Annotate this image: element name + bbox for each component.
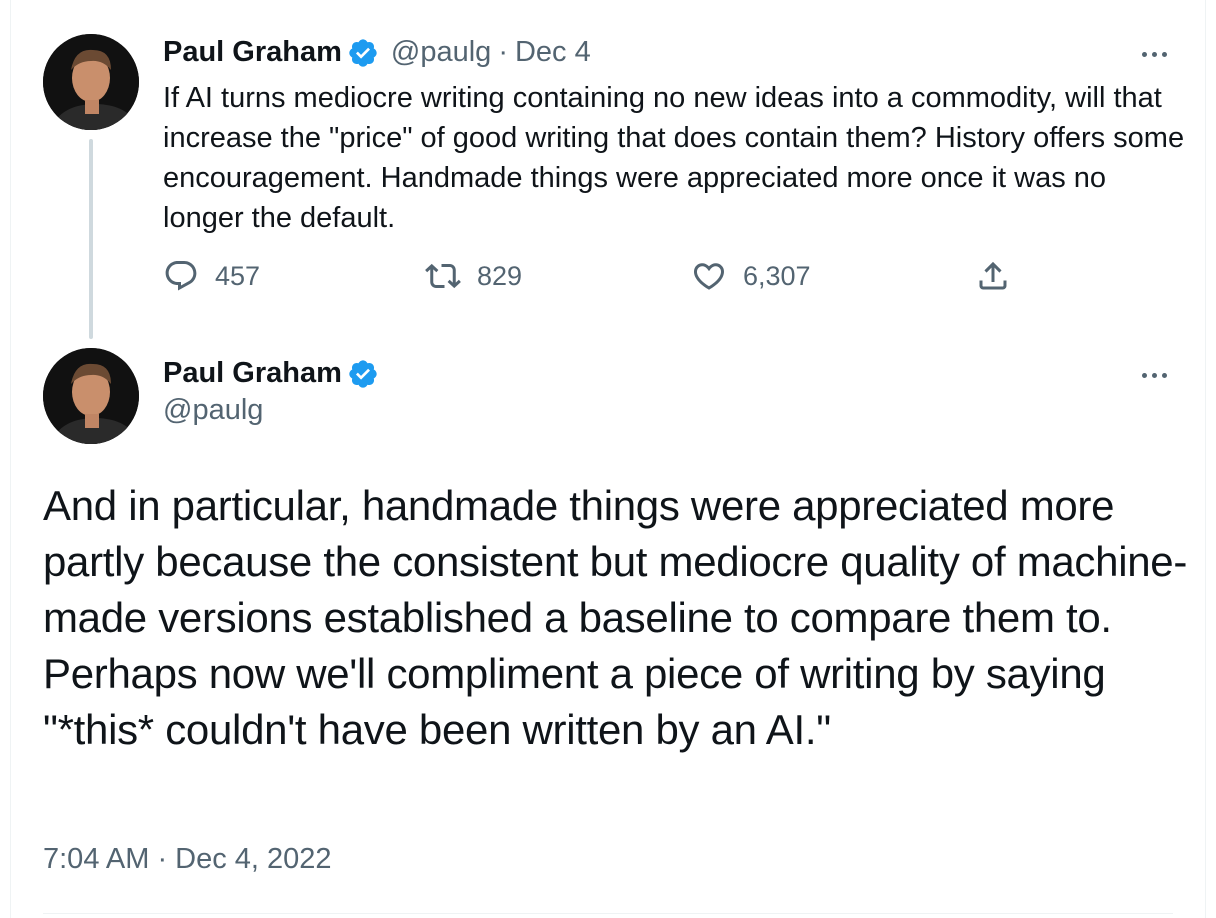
like-button[interactable]: 6,307 bbox=[691, 258, 811, 294]
tweet-actions: 457 829 6,307 bbox=[163, 258, 1033, 310]
tweet2-header: Paul Graham bbox=[163, 357, 379, 390]
avatar-photo bbox=[43, 348, 139, 444]
tweet1-header: Paul Graham @paulg · Dec 4 bbox=[163, 36, 591, 69]
author-handle[interactable]: @paulg bbox=[163, 394, 263, 427]
heart-icon bbox=[693, 263, 725, 290]
avatar-photo bbox=[43, 34, 139, 130]
tweet-text: And in particular, handmade things were … bbox=[43, 482, 1188, 753]
retweet-count: 829 bbox=[477, 260, 523, 291]
more-icon[interactable] bbox=[1142, 52, 1167, 57]
meta-separator: · bbox=[498, 36, 508, 68]
retweet-button[interactable]: 829 bbox=[425, 258, 522, 294]
tweet-date[interactable]: Dec 4 bbox=[515, 36, 591, 69]
retweet-icon bbox=[425, 263, 461, 289]
more-icon[interactable] bbox=[1142, 373, 1167, 378]
reply-button[interactable]: 457 bbox=[163, 258, 260, 294]
author-handle[interactable]: @paulg bbox=[391, 36, 491, 69]
verified-badge-icon bbox=[347, 358, 379, 390]
author-name[interactable]: Paul Graham bbox=[163, 36, 342, 69]
like-count: 6,307 bbox=[743, 260, 811, 291]
reply-count: 457 bbox=[215, 260, 261, 291]
thread-connector-line bbox=[89, 139, 93, 339]
timeline-border-right bbox=[1205, 0, 1206, 918]
author-name[interactable]: Paul Graham bbox=[163, 357, 342, 390]
share-button[interactable] bbox=[975, 258, 1011, 294]
divider bbox=[43, 913, 1173, 914]
verified-badge-icon bbox=[347, 37, 379, 69]
avatar[interactable] bbox=[43, 348, 139, 444]
share-icon bbox=[979, 261, 1007, 290]
tweet-text: If AI turns mediocre writing containing … bbox=[163, 82, 1185, 234]
avatar[interactable] bbox=[43, 34, 139, 130]
reply-icon bbox=[165, 261, 197, 291]
timeline-border-left bbox=[10, 0, 11, 918]
tweet-timestamp[interactable]: 7:04 AM · Dec 4, 2022 bbox=[43, 843, 332, 876]
